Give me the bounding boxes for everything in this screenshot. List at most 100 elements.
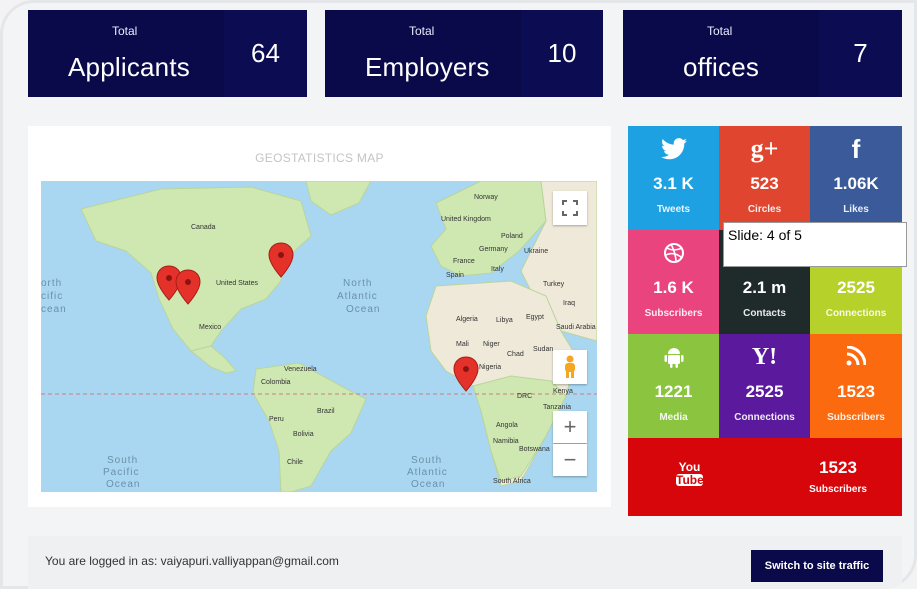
employers-total-label: Total [409, 24, 435, 38]
label-chad: Chad [507, 351, 524, 358]
offices-count: 7 [819, 10, 902, 97]
android-value: 1221 [654, 382, 693, 401]
employers-card[interactable]: Total Employers 10 [325, 10, 603, 97]
fullscreen-icon[interactable] [553, 191, 587, 225]
label-drc: DRC [517, 393, 532, 400]
label-germany: Germany [479, 246, 508, 253]
connections-green-value: 2525 [837, 278, 875, 297]
ocean-north-atlantic-1: North [343, 278, 372, 289]
yahoo-value: 2525 [745, 382, 784, 401]
googleplus-label: Circles [747, 204, 782, 215]
zoom-out-button[interactable]: − [553, 444, 587, 476]
applicants-label: Applicants [68, 52, 190, 82]
employers-count: 10 [521, 10, 603, 97]
employers-label: Employers [365, 52, 490, 82]
label-united-states: United States [216, 280, 259, 287]
ocean-south-pacific-3: Ocean [106, 479, 140, 490]
label-kenya: Kenya [553, 388, 573, 395]
yahoo-label: Connections [734, 412, 795, 423]
facebook-tile[interactable]: f 1.06K Likes [810, 126, 902, 230]
ocean-north-pacific-1: orth [41, 278, 62, 289]
offices-total-label: Total [707, 24, 733, 38]
label-angola: Angola [496, 422, 518, 429]
central-america-land [189, 345, 237, 374]
label-algeria: Algeria [456, 316, 478, 323]
world-map[interactable]: Canada United States Mexico Venezuela Co… [41, 181, 597, 492]
label-peru: Peru [269, 416, 284, 423]
ocean-south-pacific-1: South [107, 455, 138, 466]
logged-in-text: You are logged in as: vaiyapuri.valliyap… [45, 554, 339, 568]
label-tanzania: Tanzania [543, 404, 571, 411]
ocean-north-pacific-2: cific [41, 291, 63, 302]
rss-tile[interactable]: 1523 Subscribers [810, 334, 902, 438]
label-france: France [453, 258, 475, 265]
ocean-south-atlantic-3: Ocean [411, 479, 445, 490]
label-saudi-arabia: Saudi Arabia [556, 324, 596, 331]
android-tile[interactable]: 1221 Media [628, 334, 719, 438]
map-title: GEOSTATISTICS MAP [255, 151, 384, 165]
label-namibia: Namibia [493, 438, 519, 445]
map-canvas[interactable]: Canada United States Mexico Venezuela Co… [41, 181, 597, 492]
dashboard-frame: Total Applicants 64 Total Employers 10 T… [0, 0, 917, 589]
facebook-icon: f [851, 134, 861, 164]
contacts-label: Contacts [743, 308, 786, 319]
label-libya: Libya [496, 317, 513, 324]
ocean-north-atlantic-2: Atlantic [337, 291, 378, 302]
rss-label: Subscribers [827, 412, 885, 423]
connections-green-label: Connections [825, 308, 887, 319]
label-canada: Canada [191, 224, 216, 231]
applicants-card[interactable]: Total Applicants 64 [28, 10, 307, 97]
label-norway: Norway [474, 194, 498, 201]
dribbble-icon [628, 242, 719, 270]
slide-tooltip: Slide: 4 of 5 [723, 222, 907, 267]
googleplus-tile[interactable]: g+ 523 Circles [719, 126, 810, 230]
dribbble-label: Subscribers [644, 308, 703, 319]
dribbble-tile[interactable]: 1.6 K Subscribers [628, 230, 719, 334]
label-nigeria: Nigeria [479, 364, 501, 371]
switch-to-site-traffic-button[interactable]: Switch to site traffic [751, 550, 883, 582]
ocean-south-atlantic-2: Atlantic [407, 467, 448, 478]
label-mexico: Mexico [199, 324, 221, 331]
label-united-kingdom: United Kingdom [441, 216, 491, 223]
label-spain: Spain [446, 272, 464, 279]
dribbble-value: 1.6 K [653, 278, 694, 297]
yahoo-tile[interactable]: Y! 2525 Connections [719, 334, 810, 438]
twitter-tile[interactable]: 3.1 K Tweets [628, 126, 719, 230]
label-venezuela: Venezuela [284, 366, 317, 373]
applicants-count: 64 [224, 10, 307, 97]
rss-value: 1523 [837, 382, 875, 401]
label-ukraine: Ukraine [524, 248, 548, 255]
offices-label: offices [683, 52, 760, 82]
facebook-label: Likes [843, 204, 869, 215]
googleplus-value: 523 [750, 174, 779, 193]
label-poland: Poland [501, 233, 523, 240]
social-stats-grid: 3.1 K Tweets g+ 523 Circles f 1.06K Like… [628, 126, 902, 516]
label-botswana: Botswana [519, 446, 550, 453]
applicants-total-label: Total [112, 24, 138, 38]
ocean-north-pacific-3: cean [41, 304, 67, 315]
label-italy: Italy [491, 266, 504, 273]
offices-card[interactable]: Total offices 7 [623, 10, 902, 97]
greenland-land [305, 181, 372, 216]
label-chile: Chile [287, 459, 303, 466]
ocean-north-atlantic-3: Ocean [346, 304, 380, 315]
label-south-africa: South Africa [493, 478, 531, 485]
geostatistics-map-card: GEOSTATISTICS MAP Canada United States M… [28, 126, 611, 507]
zoom-in-button[interactable]: + [553, 411, 587, 443]
youtube-value: 1523 [819, 458, 857, 477]
twitter-value: 3.1 K [653, 174, 694, 193]
ocean-south-pacific-2: Pacific [103, 467, 139, 478]
twitter-label: Tweets [656, 204, 691, 215]
pegman-icon[interactable] [553, 350, 587, 384]
ocean-south-atlantic-1: South [411, 455, 442, 466]
label-egypt: Egypt [526, 314, 544, 321]
android-label: Media [659, 412, 688, 423]
youtube-tile[interactable]: You Tube 1523 Subscribers [628, 438, 902, 516]
label-niger: Niger [483, 341, 500, 348]
label-mali: Mali [456, 341, 469, 348]
twitter-icon [628, 138, 719, 166]
label-brazil: Brazil [317, 408, 335, 415]
youtube-label: Subscribers [809, 484, 867, 495]
yahoo-icon: Y! [751, 344, 778, 370]
youtube-icon: You Tube [676, 460, 704, 487]
